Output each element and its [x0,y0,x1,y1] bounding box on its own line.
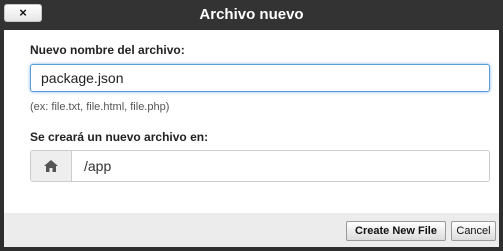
new-file-dialog: Archivo nuevo × Nuevo nombre del archivo… [0,0,503,251]
location-field-group [30,150,490,182]
location-path-input[interactable] [72,151,489,181]
dialog-body: Nuevo nombre del archivo: (ex: file.txt,… [4,30,499,213]
close-button[interactable]: × [4,4,42,22]
dialog-footer: Create New File Cancel [0,213,503,251]
button-bar: Create New File Cancel [4,213,499,247]
home-icon [31,151,72,181]
cancel-button[interactable]: Cancel [451,221,496,241]
filename-label: Nuevo nombre del archivo: [30,43,185,57]
filename-input[interactable] [30,64,490,92]
filename-hint: (ex: file.txt, file.html, file.php) [30,101,170,113]
dialog-titlebar: Archivo nuevo × [0,0,503,30]
create-new-file-button[interactable]: Create New File [346,221,446,241]
dialog-title: Archivo nuevo [199,6,304,23]
location-label: Se creará un nuevo archivo en: [30,130,209,144]
